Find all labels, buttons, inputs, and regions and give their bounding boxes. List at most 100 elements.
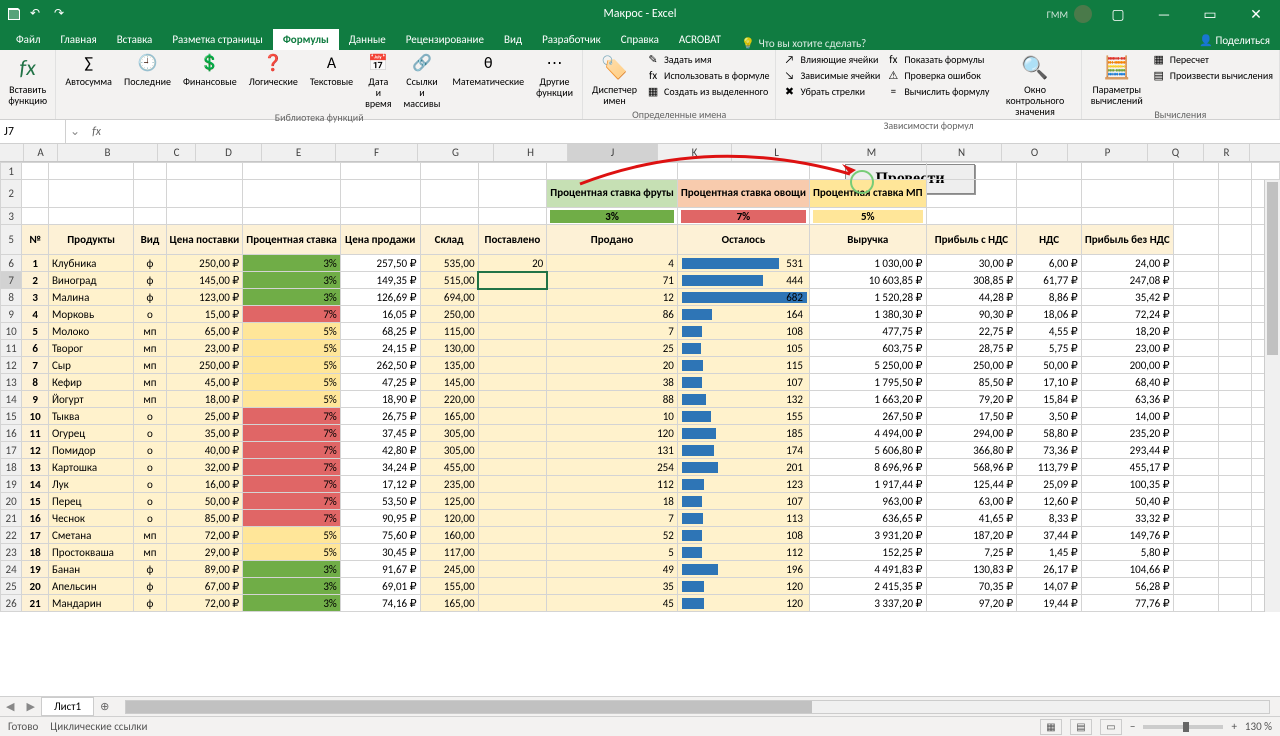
cell[interactable]: 75,60 ₽ bbox=[340, 527, 420, 544]
cell[interactable]: 61,77 ₽ bbox=[1017, 272, 1082, 289]
cell[interactable]: 45 bbox=[547, 595, 678, 612]
cell[interactable]: 1 917,44 ₽ bbox=[809, 476, 926, 493]
cell[interactable]: 3,50 ₽ bbox=[1017, 408, 1082, 425]
cell[interactable]: 366,80 ₽ bbox=[926, 442, 1017, 459]
cell[interactable]: 4 494,00 ₽ bbox=[809, 425, 926, 442]
cell[interactable] bbox=[340, 180, 420, 208]
cell[interactable]: мп bbox=[134, 374, 166, 391]
cell[interactable]: 4,55 ₽ bbox=[1017, 323, 1082, 340]
cell[interactable] bbox=[340, 208, 420, 225]
cell[interactable] bbox=[1219, 208, 1252, 225]
cell[interactable]: 5 bbox=[547, 544, 678, 561]
cell[interactable]: 86 bbox=[547, 306, 678, 323]
cell[interactable]: 8 bbox=[22, 374, 49, 391]
cell[interactable]: Вид bbox=[134, 225, 166, 255]
cell[interactable] bbox=[1173, 476, 1219, 493]
cell[interactable]: 4 bbox=[22, 306, 49, 323]
cell[interactable]: 70,35 ₽ bbox=[926, 578, 1017, 595]
cell[interactable] bbox=[1219, 595, 1252, 612]
cell[interactable]: 254 bbox=[547, 459, 678, 476]
cell[interactable] bbox=[1173, 578, 1219, 595]
cell[interactable]: 18,06 ₽ bbox=[1017, 306, 1082, 323]
cell[interactable]: ф bbox=[134, 272, 166, 289]
cell[interactable]: о bbox=[134, 425, 166, 442]
cell[interactable] bbox=[1173, 544, 1219, 561]
cell[interactable]: 2 415,35 ₽ bbox=[809, 578, 926, 595]
cell[interactable]: 69,01 ₽ bbox=[340, 578, 420, 595]
lib-4[interactable]: AТекстовые bbox=[307, 52, 356, 89]
cell[interactable]: 455,00 bbox=[420, 459, 478, 476]
cell[interactable]: Процентная ставка bbox=[243, 225, 341, 255]
cell[interactable]: Помидор bbox=[48, 442, 133, 459]
cell[interactable]: 3% bbox=[243, 578, 341, 595]
cell[interactable]: 10 bbox=[22, 408, 49, 425]
cell[interactable]: Банан bbox=[48, 561, 133, 578]
cell[interactable]: Огурец bbox=[48, 425, 133, 442]
cell[interactable]: ф bbox=[134, 561, 166, 578]
col-N[interactable]: N bbox=[922, 144, 1002, 161]
cell[interactable]: 120 bbox=[677, 578, 809, 595]
tab-вставка[interactable]: Вставка bbox=[107, 29, 163, 50]
col-B[interactable]: B bbox=[58, 144, 158, 161]
cell[interactable]: 11 bbox=[22, 425, 49, 442]
cell[interactable] bbox=[1219, 493, 1252, 510]
cell[interactable] bbox=[1219, 255, 1252, 272]
cell[interactable]: Процентная ставка овощи bbox=[677, 180, 809, 208]
cell[interactable] bbox=[1173, 595, 1219, 612]
col-C[interactable]: C bbox=[158, 144, 196, 161]
cell[interactable]: 152,25 ₽ bbox=[809, 544, 926, 561]
cell[interactable] bbox=[1219, 476, 1252, 493]
cell[interactable]: 3% bbox=[243, 255, 341, 272]
cell[interactable] bbox=[1219, 340, 1252, 357]
cell[interactable]: 145,00 ₽ bbox=[166, 272, 243, 289]
cell[interactable]: 1,45 ₽ bbox=[1017, 544, 1082, 561]
cell[interactable]: 5,75 ₽ bbox=[1017, 340, 1082, 357]
cell[interactable]: 14,07 ₽ bbox=[1017, 578, 1082, 595]
cell[interactable] bbox=[478, 163, 547, 180]
cell[interactable]: 104,66 ₽ bbox=[1081, 561, 1173, 578]
col-D[interactable]: D bbox=[196, 144, 262, 161]
cell[interactable]: 40,00 ₽ bbox=[166, 442, 243, 459]
cell[interactable]: 535,00 bbox=[420, 255, 478, 272]
cell[interactable]: 50,00 ₽ bbox=[166, 493, 243, 510]
cell[interactable] bbox=[48, 208, 133, 225]
cell[interactable]: 33,32 ₽ bbox=[1081, 510, 1173, 527]
col-M[interactable]: M bbox=[822, 144, 922, 161]
cell[interactable]: Молоко bbox=[48, 323, 133, 340]
cell[interactable]: Перец bbox=[48, 493, 133, 510]
cell[interactable] bbox=[1173, 255, 1219, 272]
row-22[interactable]: 22 bbox=[1, 527, 22, 544]
row-18[interactable]: 18 bbox=[1, 459, 22, 476]
col-R[interactable]: R bbox=[1204, 144, 1250, 161]
tab-рецензирование[interactable]: Рецензирование bbox=[396, 29, 494, 50]
row-9[interactable]: 9 bbox=[1, 306, 22, 323]
cell[interactable] bbox=[420, 208, 478, 225]
view-layout-icon[interactable]: ▤ bbox=[1070, 719, 1092, 735]
ribbon-opts-icon[interactable]: ▢ bbox=[1098, 0, 1138, 28]
cell[interactable]: 7% bbox=[243, 510, 341, 527]
cell[interactable] bbox=[1173, 527, 1219, 544]
sheet-tab[interactable]: Лист1 bbox=[41, 697, 94, 716]
cell[interactable] bbox=[478, 425, 547, 442]
cell[interactable]: № bbox=[22, 225, 49, 255]
row-1[interactable]: 1 bbox=[1, 163, 22, 180]
cell[interactable]: 235,00 bbox=[420, 476, 478, 493]
cell[interactable] bbox=[478, 180, 547, 208]
lib-8[interactable]: ⋯Другие функции bbox=[533, 52, 576, 100]
col-corner[interactable] bbox=[0, 144, 24, 161]
cell[interactable]: 130,83 ₽ bbox=[926, 561, 1017, 578]
col-L[interactable]: L bbox=[732, 144, 822, 161]
cell[interactable]: 5% bbox=[243, 391, 341, 408]
cell[interactable]: 1 030,00 ₽ bbox=[809, 255, 926, 272]
calclines-0[interactable]: ▦Пересчет bbox=[1152, 52, 1209, 66]
cell[interactable] bbox=[478, 340, 547, 357]
tab-nav-prev-icon[interactable]: ◀ bbox=[0, 700, 20, 713]
cell[interactable]: 20 bbox=[22, 578, 49, 595]
cell[interactable]: 568,96 ₽ bbox=[926, 459, 1017, 476]
cell[interactable]: 267,50 ₽ bbox=[809, 408, 926, 425]
col-K[interactable]: K bbox=[658, 144, 732, 161]
cell[interactable]: 8 696,96 ₽ bbox=[809, 459, 926, 476]
cell[interactable]: 58,80 ₽ bbox=[1017, 425, 1082, 442]
row-17[interactable]: 17 bbox=[1, 442, 22, 459]
share-button[interactable]: 👤 Поделиться bbox=[1189, 31, 1280, 50]
